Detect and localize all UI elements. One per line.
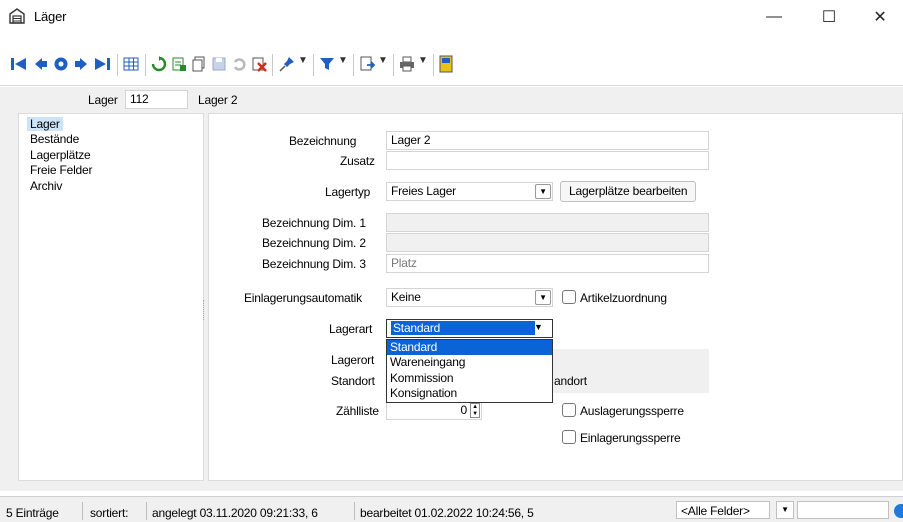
lagerart-dropdown-icon[interactable]: ▼ [534,322,543,332]
window-title: Läger [34,9,67,24]
artikelzuordnung-label: Artikelzuordnung [580,291,667,305]
lagerart-select[interactable]: Standard [386,319,553,338]
print-icon[interactable] [398,54,416,74]
einlagerung-label: Einlagerungsautomatik [244,291,362,305]
filter-dropdown-icon[interactable]: ▼ [338,55,348,66]
lagerart-selected-value: Standard [390,320,536,336]
minimize-button[interactable]: — [751,0,797,34]
auslagerungssperre-label: Auslagerungssperre [580,404,684,418]
zaehlliste-label: Zählliste [336,404,379,418]
lagerart-option[interactable]: Standard [387,340,552,355]
lagerort-label: Lagerort [331,353,375,367]
zaehlliste-stepper[interactable]: ▲ ▼ [470,403,480,418]
pin-icon[interactable] [278,54,296,74]
edited-info: bearbeitet 01.02.2022 10:24:56, 5 [360,506,534,520]
lagerart-dropdown-list: Standard Wareneingang Kommission Konsign… [386,339,553,403]
quick-search-input[interactable] [797,501,889,519]
dim2-input[interactable] [386,233,709,252]
table-view-icon[interactable] [122,54,140,74]
lager-number-input[interactable]: 112 [125,90,188,109]
close-button[interactable]: ✕ [857,0,903,34]
new-record-icon[interactable] [170,54,188,74]
standort-label: Standort [331,374,375,388]
export-dropdown-icon[interactable]: ▼ [378,55,388,66]
standort-checkbox-label: andort [554,374,587,388]
lagertyp-label: Lagertyp [325,185,371,199]
einlagerungssperre-checkbox[interactable] [562,430,576,444]
einlagerung-select[interactable]: Keine [386,288,553,307]
pin-dropdown-icon[interactable]: ▼ [298,55,308,66]
lager-name-display: Lager 2 [198,93,238,107]
lagertyp-select[interactable]: Freies Lager [386,182,553,201]
splitter-handle[interactable] [203,300,205,320]
einlagerung-dropdown-icon[interactable]: ▼ [535,290,551,305]
filter-icon[interactable] [318,54,336,74]
sidebar-item-lager[interactable]: Lager [27,117,63,131]
undo-icon[interactable] [230,54,248,74]
zaehlliste-input[interactable]: 0 [386,401,482,420]
auslagerungssperre-checkbox[interactable] [562,403,576,417]
lager-label: Lager [88,93,118,107]
lagerart-option[interactable]: Kommission [387,371,552,386]
save-icon[interactable] [210,54,228,74]
sidebar-item-freie-felder[interactable]: Freie Felder [30,163,92,177]
artikelzuordnung-checkbox[interactable] [562,290,576,304]
sidebar-item-lagerplaetze[interactable]: Lagerplätze [30,148,91,162]
archive-icon[interactable] [437,54,455,74]
lagerart-option[interactable]: Wareneingang [387,355,552,370]
print-dropdown-icon[interactable]: ▼ [418,55,428,66]
lagertyp-dropdown-icon[interactable]: ▼ [535,184,551,199]
delete-record-icon[interactable] [250,54,268,74]
dim3-label: Bezeichnung Dim. 3 [262,257,366,271]
bezeichnung-label: Bezeichnung [289,134,357,148]
dim1-label: Bezeichnung Dim. 1 [262,216,366,230]
title-bar: Läger — ☐ ✕ [0,0,903,36]
dim3-input[interactable]: Platz [386,254,709,273]
next-record-icon[interactable] [72,54,90,74]
lagerart-option[interactable]: Konsignation [387,386,552,401]
search-icon[interactable] [894,504,903,518]
field-filter-dropdown-icon[interactable]: ▼ [776,501,794,519]
maximize-button[interactable]: ☐ [806,0,852,34]
sidebar-item-bestaende[interactable]: Bestände [30,132,79,146]
dim2-label: Bezeichnung Dim. 2 [262,236,366,250]
export-icon[interactable] [358,54,376,74]
einlagerungssperre-label: Einlagerungssperre [580,431,681,445]
sort-status: sortiert: [90,506,129,520]
warehouse-icon [9,8,25,24]
copy-record-icon[interactable] [190,54,208,74]
previous-record-icon[interactable] [32,54,50,74]
last-record-icon[interactable] [93,54,111,74]
zusatz-input[interactable] [386,151,709,170]
sidebar-item-archiv[interactable]: Archiv [30,179,62,193]
search-record-icon[interactable] [52,54,70,74]
record-count: 5 Einträge [6,506,59,520]
lagerart-label: Lagerart [329,322,373,336]
created-info: angelegt 03.11.2020 09:21:33, 6 [152,506,318,520]
field-filter-select[interactable]: <Alle Felder> [676,501,770,519]
zusatz-label: Zusatz [340,154,375,168]
dim1-input[interactable] [386,213,709,232]
refresh-icon[interactable] [150,54,168,74]
bezeichnung-input[interactable]: Lager 2 [386,131,709,150]
first-record-icon[interactable] [10,54,28,74]
lagerplaetze-bearbeiten-button[interactable]: Lagerplätze bearbeiten [560,181,697,202]
